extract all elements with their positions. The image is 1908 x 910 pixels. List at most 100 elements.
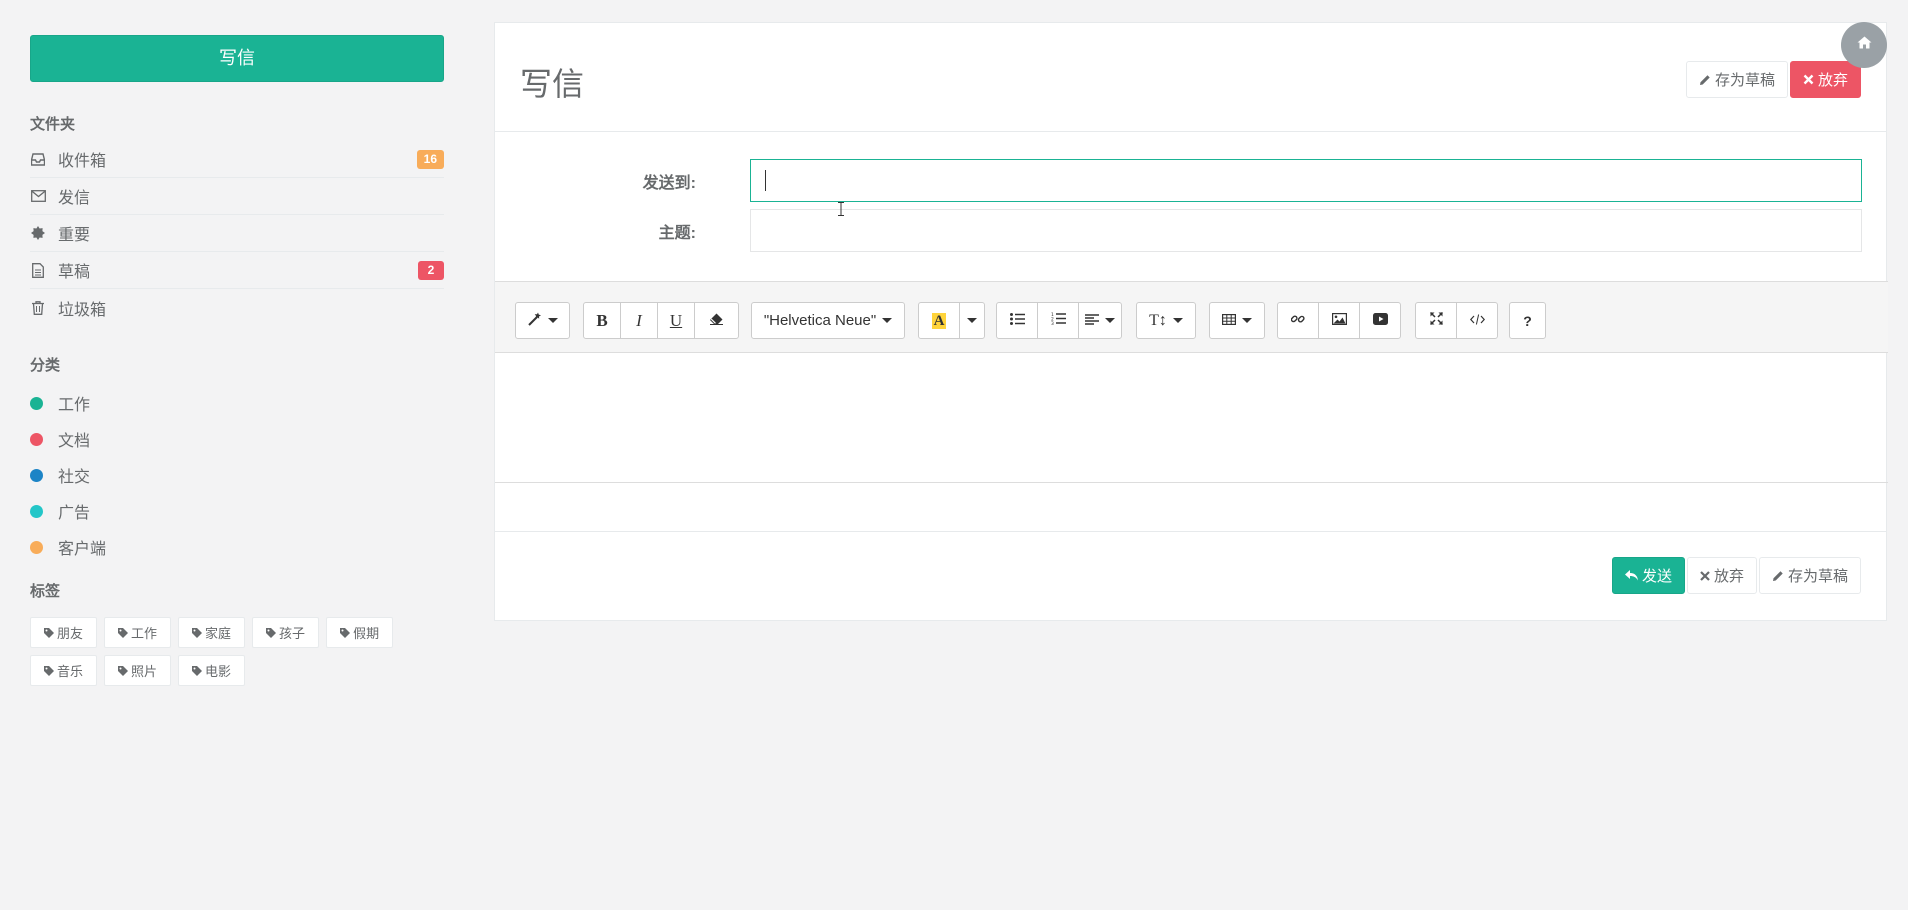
save-draft-button[interactable]: 存为草稿 [1685,61,1788,98]
tag-label: 朋友 [57,626,84,641]
send-button[interactable]: 发送 [1611,557,1685,594]
tag-work[interactable]: 工作 [104,617,172,648]
tag-holiday[interactable]: 假期 [326,617,394,648]
insert-group [1277,302,1401,339]
discard-button[interactable]: 放弃 [1789,61,1861,98]
chevron-down-icon [1172,318,1183,323]
style-dropdown-button[interactable] [515,302,570,339]
text-caret [765,170,766,191]
category-dot [30,504,43,518]
certificate-icon [30,226,46,240]
folder-item-drafts[interactable]: 草稿 2 [30,252,444,289]
list-ul-icon [1009,312,1025,329]
question-icon: ? [1523,312,1532,329]
view-group [1415,302,1498,339]
category-item-clients[interactable]: 客户端 [30,529,444,565]
chevron-down-icon [1105,318,1115,323]
folder-label: 垃圾箱 [58,301,107,319]
text-color-icon: A [931,312,947,329]
insert-video-button[interactable] [1359,302,1401,339]
close-icon [1700,570,1710,581]
category-item-social[interactable]: 社交 [30,457,444,493]
tag-label: 电影 [205,664,232,679]
fullscreen-button[interactable] [1415,302,1457,339]
rich-text-editor: B I U "Helvetica Neue" A 1 2 3 T↕ ? [495,281,1888,483]
folder-item-inbox[interactable]: 收件箱 16 [30,141,444,178]
align-dropdown-button[interactable] [1078,302,1122,339]
italic-button[interactable]: I [620,302,658,339]
footer-actions: 发送 放弃 存为草稿 [1611,557,1861,594]
page-title: 写信 [520,66,585,102]
chevron-down-icon [882,318,893,323]
tag-icon [118,627,129,638]
eraser-icon [709,312,724,329]
insert-image-button[interactable] [1318,302,1360,339]
category-item-work[interactable]: 工作 [30,385,444,421]
chevron-down-icon [547,318,558,323]
footer-discard-button[interactable]: 放弃 [1686,557,1757,594]
header-actions: 存为草稿 放弃 [1685,61,1861,98]
draft-count-badge: 2 [418,261,444,280]
tag-family[interactable]: 家庭 [178,617,246,648]
underline-icon: U [669,310,683,330]
tag-photos[interactable]: 照片 [104,655,172,686]
tag-movies[interactable]: 电影 [178,655,246,686]
folder-label: 重要 [58,227,91,244]
editor-body[interactable] [495,353,1888,483]
table-group [1209,302,1265,339]
home-button[interactable] [1841,22,1887,68]
bold-button[interactable]: B [583,302,621,339]
clear-format-button[interactable] [694,302,739,339]
tag-music[interactable]: 音乐 [30,655,98,686]
code-icon [1469,312,1485,329]
bold-icon: B [596,310,608,330]
height-group: T↕ [1136,302,1196,339]
help-group: ? [1509,302,1546,339]
category-label: 社交 [58,469,91,486]
footer-save-draft-button[interactable]: 存为草稿 [1758,557,1861,594]
help-button[interactable]: ? [1509,302,1546,339]
pencil-icon [1699,74,1711,86]
tag-kids[interactable]: 孩子 [252,617,320,648]
category-list: 工作 文档 社交 广告 客户端 [30,385,444,565]
category-label: 工作 [58,397,91,414]
subject-input[interactable] [750,209,1862,252]
category-label: 客户端 [58,541,107,558]
tag-icon [192,627,203,638]
tag-icon [192,665,203,676]
category-item-ads[interactable]: 广告 [30,493,444,529]
folder-item-sent[interactable]: 发信 [30,178,444,215]
ordered-list-button[interactable]: 123 [1037,302,1079,339]
tag-icon [340,627,351,638]
subject-label: 主题: [658,225,696,242]
category-item-documents[interactable]: 文档 [30,421,444,457]
code-view-button[interactable] [1456,302,1498,339]
color-dropdown-button[interactable] [959,302,985,339]
table-icon [1222,312,1237,329]
font-color-button[interactable]: A [918,302,960,339]
line-height-dropdown[interactable]: T↕ [1136,302,1196,339]
category-dot [30,540,43,554]
text-cursor-icon [837,202,845,221]
button-label: 存为草稿 [1787,568,1848,585]
tag-label: 工作 [131,626,158,641]
folder-item-important[interactable]: 重要 [30,215,444,252]
folder-label: 收件箱 [58,153,107,170]
italic-icon: I [636,310,642,330]
button-label: 发送 [1641,568,1672,585]
table-dropdown-button[interactable] [1209,302,1265,339]
insert-link-button[interactable] [1277,302,1319,339]
unordered-list-button[interactable] [996,302,1038,339]
editor-toolbar: B I U "Helvetica Neue" A 1 2 3 T↕ ? [495,282,1888,353]
link-icon [1290,312,1305,330]
to-input[interactable] [750,159,1862,202]
tag-friends[interactable]: 朋友 [30,617,98,648]
style-group [515,302,570,339]
folder-item-trash[interactable]: 垃圾箱 [30,289,444,326]
underline-button[interactable]: U [657,302,695,339]
envelope-icon [30,190,46,202]
footer-divider [495,531,1886,532]
font-family-dropdown[interactable]: "Helvetica Neue" [751,302,905,339]
compose-button[interactable]: 写信 [30,35,444,82]
file-text-icon [30,262,46,278]
